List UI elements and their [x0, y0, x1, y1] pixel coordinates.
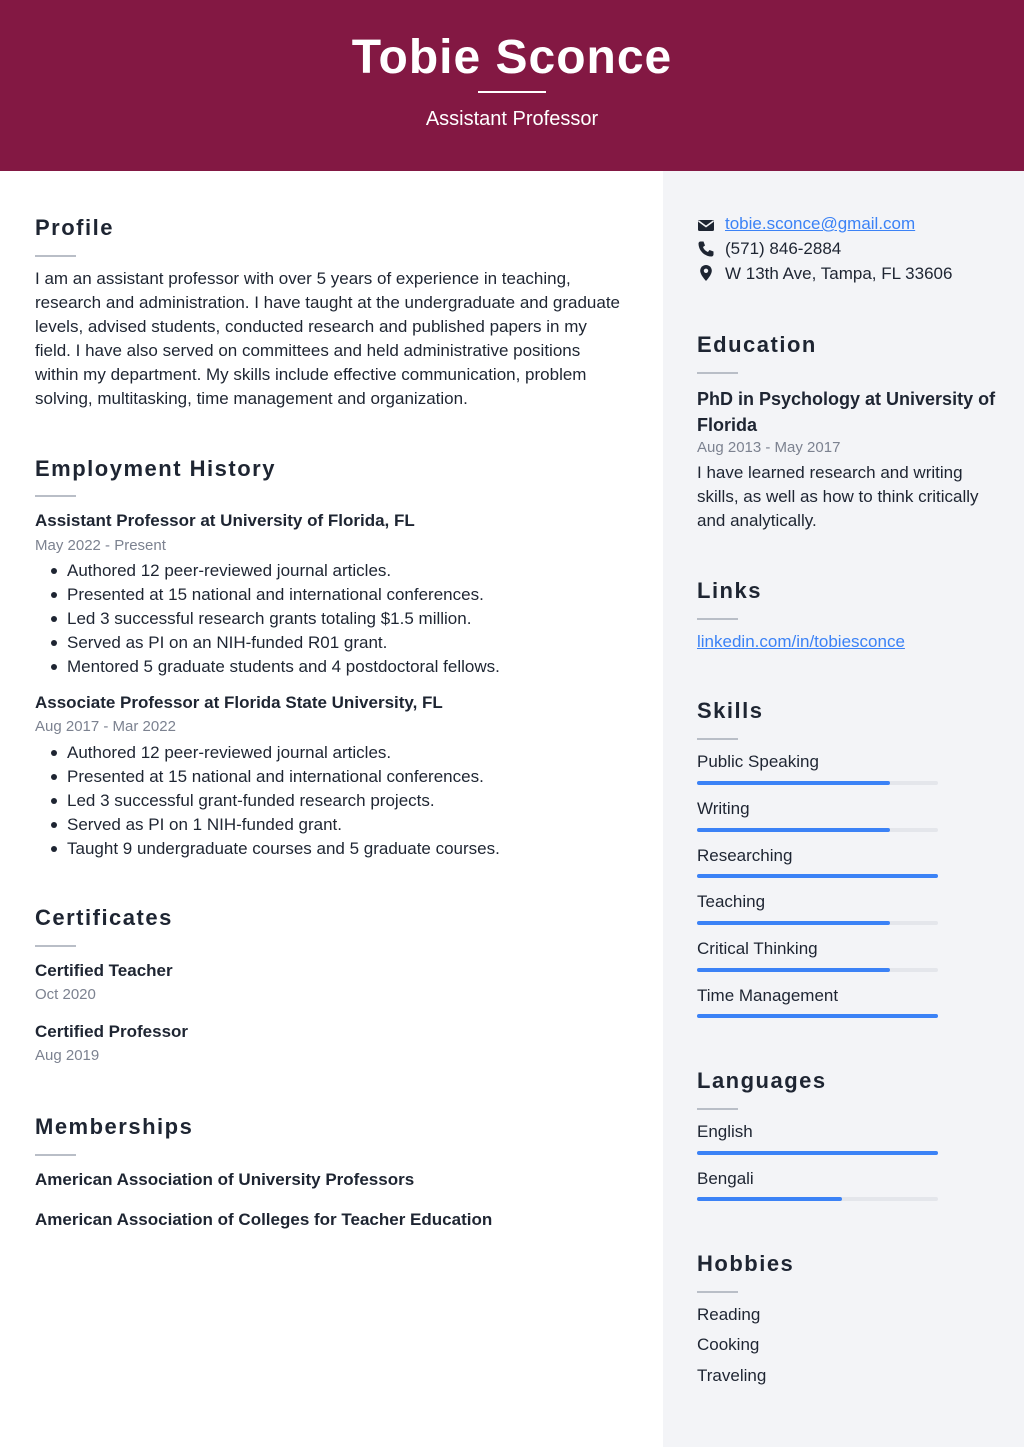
- membership-item: American Association of University Profe…: [35, 1170, 415, 1189]
- skill-bar-fill: [697, 874, 938, 878]
- bullet-icon: [51, 568, 57, 574]
- bullet-icon: [51, 592, 57, 598]
- job-bullet: Served as PI on 1 NIH-funded grant.: [67, 815, 342, 834]
- certificates-heading: Certificates: [35, 905, 173, 930]
- certificate-name: Certified Professor: [35, 1022, 189, 1041]
- profile-line: within my department. My skills include …: [35, 365, 587, 384]
- language-bar: [697, 1151, 938, 1155]
- education-description: I have learned research and writing: [697, 463, 963, 482]
- skills-heading: Skills: [697, 698, 764, 723]
- phone-icon: [698, 241, 714, 257]
- skill-bar-fill: [697, 828, 890, 832]
- skill-name: Time Management: [697, 986, 839, 1005]
- languages-heading: Languages: [697, 1068, 827, 1093]
- profile-line: research and administration. I have taug…: [35, 293, 621, 312]
- job-role: Associate Professor at Florida State Uni…: [35, 693, 443, 712]
- employment-heading: Employment History: [35, 456, 276, 481]
- job-bullet: Led 3 successful research grants totalin…: [67, 609, 472, 628]
- bullet-icon: [51, 664, 57, 670]
- language-bar-fill: [697, 1197, 842, 1201]
- resume-header: Tobie Sconce Assistant Professor: [0, 0, 1024, 171]
- employment-divider: [35, 495, 76, 497]
- education-description: and analytically.: [697, 511, 817, 530]
- skill-bar-fill: [697, 968, 890, 972]
- education-degree: PhD in Psychology at University of: [697, 389, 996, 409]
- bullet-icon: [51, 616, 57, 622]
- skill-bar: [697, 921, 938, 925]
- header-divider: [478, 91, 546, 93]
- job-bullet: Presented at 15 national and internation…: [67, 585, 484, 604]
- links-divider: [697, 618, 738, 620]
- certificate-name: Certified Teacher: [35, 961, 173, 980]
- job-dates: Aug 2017 - Mar 2022: [35, 718, 176, 735]
- bullet-icon: [51, 774, 57, 780]
- bullet-icon: [51, 798, 57, 804]
- profile-line: I am an assistant professor with over 5 …: [35, 269, 571, 288]
- skill-bar: [697, 874, 938, 878]
- skill-name: Teaching: [697, 892, 766, 911]
- memberships-heading: Memberships: [35, 1114, 194, 1139]
- education-dates: Aug 2013 - May 2017: [697, 439, 841, 456]
- job-bullet: Authored 12 peer-reviewed journal articl…: [67, 743, 392, 762]
- skill-name: Researching: [697, 846, 793, 865]
- certificate-date: Aug 2019: [35, 1047, 100, 1064]
- skill-bar: [697, 828, 938, 832]
- job-bullet: Taught 9 undergraduate courses and 5 gra…: [67, 839, 500, 858]
- links-heading: Links: [697, 578, 762, 603]
- skill-bar: [697, 968, 938, 972]
- skill-name: Public Speaking: [697, 752, 819, 771]
- candidate-name: Tobie Sconce: [351, 31, 673, 84]
- job-bullet: Authored 12 peer-reviewed journal articl…: [67, 561, 392, 580]
- education-divider: [697, 372, 738, 374]
- language-name: English: [697, 1122, 753, 1141]
- bullet-icon: [51, 640, 57, 646]
- phone-number: (571) 846-2884: [725, 239, 842, 258]
- language-name: Bengali: [697, 1169, 754, 1188]
- certificate-date: Oct 2020: [35, 986, 96, 1003]
- skill-name: Critical Thinking: [697, 939, 818, 958]
- profile-line: field. I have also served on committees …: [35, 341, 581, 360]
- hobbies-heading: Hobbies: [697, 1251, 795, 1276]
- job-bullet: Served as PI on an NIH-funded R01 grant.: [67, 633, 388, 652]
- profile-heading: Profile: [35, 215, 114, 240]
- skill-bar: [697, 781, 938, 785]
- membership-item: American Association of Colleges for Tea…: [35, 1210, 493, 1229]
- bullet-icon: [51, 822, 57, 828]
- language-bar: [697, 1197, 938, 1201]
- hobby-item: Traveling: [697, 1366, 767, 1385]
- email-link[interactable]: tobie.sconce@gmail.com: [725, 212, 915, 236]
- bullet-icon: [51, 846, 57, 852]
- envelope-icon: [698, 220, 714, 231]
- education-description: skills, as well as how to think critical…: [697, 487, 979, 506]
- job-bullet: Led 3 successful grant-funded research p…: [67, 791, 435, 810]
- profile-divider: [35, 255, 76, 257]
- profile-line: solving, multitasking, time management a…: [35, 389, 468, 408]
- profile-line: levels, advised students, conducted rese…: [35, 317, 587, 336]
- linkedin-link[interactable]: linkedin.com/in/tobiesconce: [697, 630, 905, 654]
- candidate-job-title: Assistant Professor: [425, 108, 599, 130]
- hobby-item: Reading: [697, 1305, 761, 1324]
- education-heading: Education: [697, 332, 817, 357]
- hobby-item: Cooking: [697, 1335, 760, 1354]
- memberships-divider: [35, 1154, 76, 1156]
- hobbies-divider: [697, 1291, 738, 1293]
- skill-name: Writing: [697, 799, 750, 818]
- certificates-divider: [35, 945, 76, 947]
- job-bullet: Presented at 15 national and internation…: [67, 767, 484, 786]
- job-role: Assistant Professor at University of Flo…: [35, 511, 415, 530]
- education-degree-cont: Florida: [697, 415, 758, 435]
- job-bullet: Mentored 5 graduate students and 4 postd…: [67, 657, 500, 676]
- map-pin-icon: [700, 265, 712, 281]
- languages-divider: [697, 1108, 738, 1110]
- skill-bar-fill: [697, 1014, 938, 1018]
- skills-divider: [697, 738, 738, 740]
- skill-bar: [697, 1014, 938, 1018]
- language-bar-fill: [697, 1151, 938, 1155]
- address: W 13th Ave, Tampa, FL 33606: [725, 264, 953, 283]
- skill-bar-fill: [697, 781, 890, 785]
- bullet-icon: [51, 750, 57, 756]
- job-dates: May 2022 - Present: [35, 537, 166, 554]
- skill-bar-fill: [697, 921, 890, 925]
